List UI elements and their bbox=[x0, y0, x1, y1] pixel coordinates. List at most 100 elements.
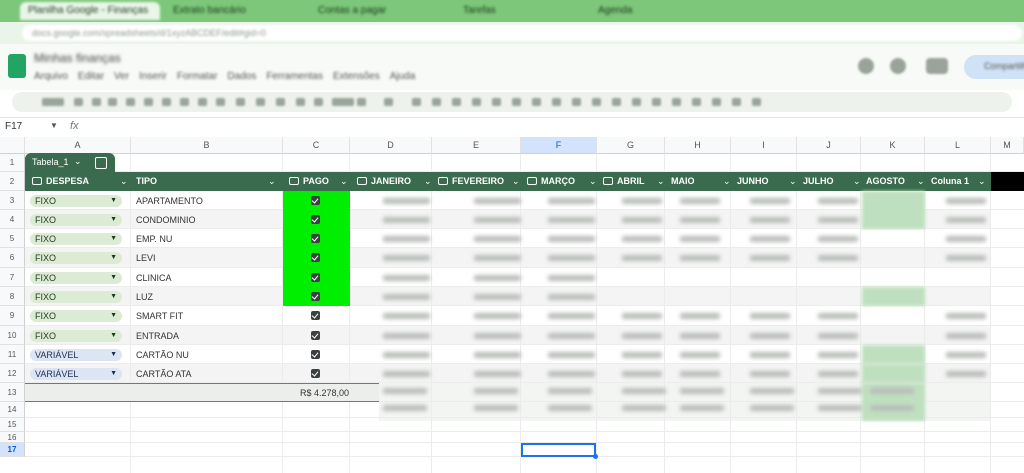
menu-item[interactable]: Editar bbox=[78, 71, 104, 82]
chevron-down-icon[interactable]: ⌄ bbox=[657, 172, 665, 191]
checkbox-checked-icon[interactable] bbox=[311, 196, 320, 205]
header-cell[interactable]: Coluna 1 bbox=[931, 172, 969, 191]
column-header-h[interactable]: H bbox=[665, 137, 731, 154]
checkbox-checked-icon[interactable] bbox=[311, 253, 320, 262]
column-header-f[interactable]: F bbox=[521, 137, 597, 154]
chevron-down-icon[interactable]: ⌄ bbox=[74, 156, 82, 167]
toolbar-icon[interactable] bbox=[384, 98, 393, 106]
despesa-dropdown-chip[interactable]: FIXO ▼ bbox=[30, 195, 122, 207]
chevron-down-icon[interactable]: ▼ bbox=[50, 121, 58, 130]
column-header-e[interactable]: E bbox=[432, 137, 521, 154]
menu-item[interactable]: Ajuda bbox=[390, 71, 416, 82]
row-header-5[interactable]: 5 bbox=[0, 229, 25, 248]
toolbar-icon[interactable] bbox=[314, 98, 323, 106]
row-header-17[interactable]: 17 bbox=[0, 443, 25, 457]
header-cell[interactable]: JULHO bbox=[803, 172, 834, 191]
row-header-3[interactable]: 3 bbox=[0, 191, 25, 210]
row-header-4[interactable]: 4 bbox=[0, 210, 25, 229]
checkbox-checked-icon[interactable] bbox=[311, 369, 320, 378]
chevron-down-icon[interactable]: ⌄ bbox=[268, 172, 276, 191]
header-cell[interactable]: FEVEREIRO bbox=[438, 172, 504, 191]
browser-tab[interactable]: Planilha Google - Finanças bbox=[20, 2, 160, 20]
tipo-cell[interactable]: LUZ bbox=[136, 292, 153, 302]
row-header-7[interactable]: 7 bbox=[0, 268, 25, 287]
header-cell[interactable]: DESPESA bbox=[32, 172, 89, 191]
despesa-dropdown-chip[interactable]: FIXO ▼ bbox=[30, 310, 122, 322]
toolbar-icon[interactable] bbox=[652, 98, 661, 106]
header-cell[interactable]: PAGO bbox=[289, 172, 329, 191]
column-header-m[interactable]: M bbox=[991, 137, 1024, 154]
chevron-down-icon[interactable]: ⌄ bbox=[917, 172, 925, 191]
toolbar-icon[interactable] bbox=[552, 98, 561, 106]
row-header-11[interactable]: 11 bbox=[0, 345, 25, 364]
toolbar-icon[interactable] bbox=[512, 98, 521, 106]
toolbar-icon[interactable] bbox=[592, 98, 601, 106]
browser-tab[interactable]: Extrato bancário bbox=[165, 2, 295, 20]
chevron-down-icon[interactable]: ⌄ bbox=[789, 172, 797, 191]
toolbar-icon[interactable] bbox=[452, 98, 461, 106]
toolbar-icon[interactable] bbox=[126, 98, 135, 106]
tipo-cell[interactable]: EMP. NU bbox=[136, 234, 172, 244]
row-header-10[interactable]: 10 bbox=[0, 326, 25, 345]
row-header-14[interactable]: 14 bbox=[0, 402, 25, 418]
despesa-dropdown-chip[interactable]: FIXO ▼ bbox=[30, 214, 122, 226]
toolbar-icon[interactable] bbox=[412, 98, 421, 106]
chevron-down-icon[interactable]: ⌄ bbox=[120, 172, 128, 191]
row-header-12[interactable]: 12 bbox=[0, 364, 25, 383]
meet-icon[interactable] bbox=[926, 58, 948, 74]
despesa-dropdown-chip[interactable]: FIXO ▼ bbox=[30, 272, 122, 284]
history-icon[interactable] bbox=[858, 58, 874, 74]
checkbox-checked-icon[interactable] bbox=[311, 350, 320, 359]
tipo-cell[interactable]: CONDOMINIO bbox=[136, 215, 196, 225]
menu-item[interactable]: Ver bbox=[114, 71, 129, 82]
toolbar-icon[interactable] bbox=[144, 98, 153, 106]
menu-item[interactable]: Arquivo bbox=[34, 71, 68, 82]
toolbar-icon[interactable] bbox=[296, 98, 305, 106]
column-header-c[interactable]: C bbox=[283, 137, 350, 154]
toolbar-icon[interactable] bbox=[332, 98, 354, 106]
toolbar-icon[interactable] bbox=[236, 98, 245, 106]
header-cell[interactable]: JUNHO bbox=[737, 172, 769, 191]
despesa-dropdown-chip[interactable]: FIXO ▼ bbox=[30, 233, 122, 245]
fill-handle[interactable] bbox=[593, 454, 598, 459]
browser-tab[interactable]: Agenda bbox=[590, 2, 720, 20]
chevron-down-icon[interactable]: ⌄ bbox=[512, 172, 520, 191]
share-button[interactable]: Compartilhar bbox=[964, 55, 1024, 79]
menu-item[interactable]: Inserir bbox=[139, 71, 167, 82]
select-all-corner[interactable] bbox=[0, 137, 25, 154]
tipo-cell[interactable]: CLINICA bbox=[136, 273, 172, 283]
row-header-8[interactable]: 8 bbox=[0, 287, 25, 306]
row-header-13[interactable]: 13 bbox=[0, 383, 25, 402]
total-value[interactable]: R$ 4.278,00 bbox=[300, 388, 349, 398]
tipo-cell[interactable]: ENTRADA bbox=[136, 331, 179, 341]
row-header-9[interactable]: 9 bbox=[0, 306, 25, 326]
chevron-down-icon[interactable]: ⌄ bbox=[424, 172, 432, 191]
checkbox-checked-icon[interactable] bbox=[311, 331, 320, 340]
toolbar-icon[interactable] bbox=[162, 98, 171, 106]
toolbar-icon[interactable] bbox=[216, 98, 225, 106]
checkbox-checked-icon[interactable] bbox=[311, 292, 320, 301]
toolbar-icon[interactable] bbox=[532, 98, 541, 106]
toolbar-icon[interactable] bbox=[276, 98, 285, 106]
toolbar-icon[interactable] bbox=[572, 98, 581, 106]
column-header-d[interactable]: D bbox=[350, 137, 432, 154]
checkbox-checked-icon[interactable] bbox=[311, 234, 320, 243]
name-box[interactable]: F17 bbox=[5, 121, 22, 132]
tipo-cell[interactable]: SMART FIT bbox=[136, 311, 183, 321]
column-header-a[interactable]: A bbox=[25, 137, 131, 154]
row-header-2[interactable]: 2 bbox=[0, 172, 25, 191]
document-title[interactable]: Minhas finanças bbox=[34, 51, 121, 65]
toolbar-icon[interactable] bbox=[198, 98, 207, 106]
menu-item[interactable]: Formatar bbox=[177, 71, 218, 82]
chevron-down-icon[interactable]: ⌄ bbox=[723, 172, 731, 191]
header-cell[interactable]: MARÇO bbox=[527, 172, 575, 191]
toolbar-icon[interactable] bbox=[692, 98, 701, 106]
menu-item[interactable]: Ferramentas bbox=[266, 71, 323, 82]
header-cell[interactable]: JANEIRO bbox=[357, 172, 411, 191]
toolbar-icon[interactable] bbox=[752, 98, 761, 106]
despesa-dropdown-chip[interactable]: FIXO ▼ bbox=[30, 252, 122, 264]
despesa-dropdown-chip[interactable]: FIXO ▼ bbox=[30, 330, 122, 342]
toolbar-icon[interactable] bbox=[712, 98, 721, 106]
toolbar-icon[interactable] bbox=[612, 98, 621, 106]
header-cell[interactable]: MAIO bbox=[671, 172, 695, 191]
